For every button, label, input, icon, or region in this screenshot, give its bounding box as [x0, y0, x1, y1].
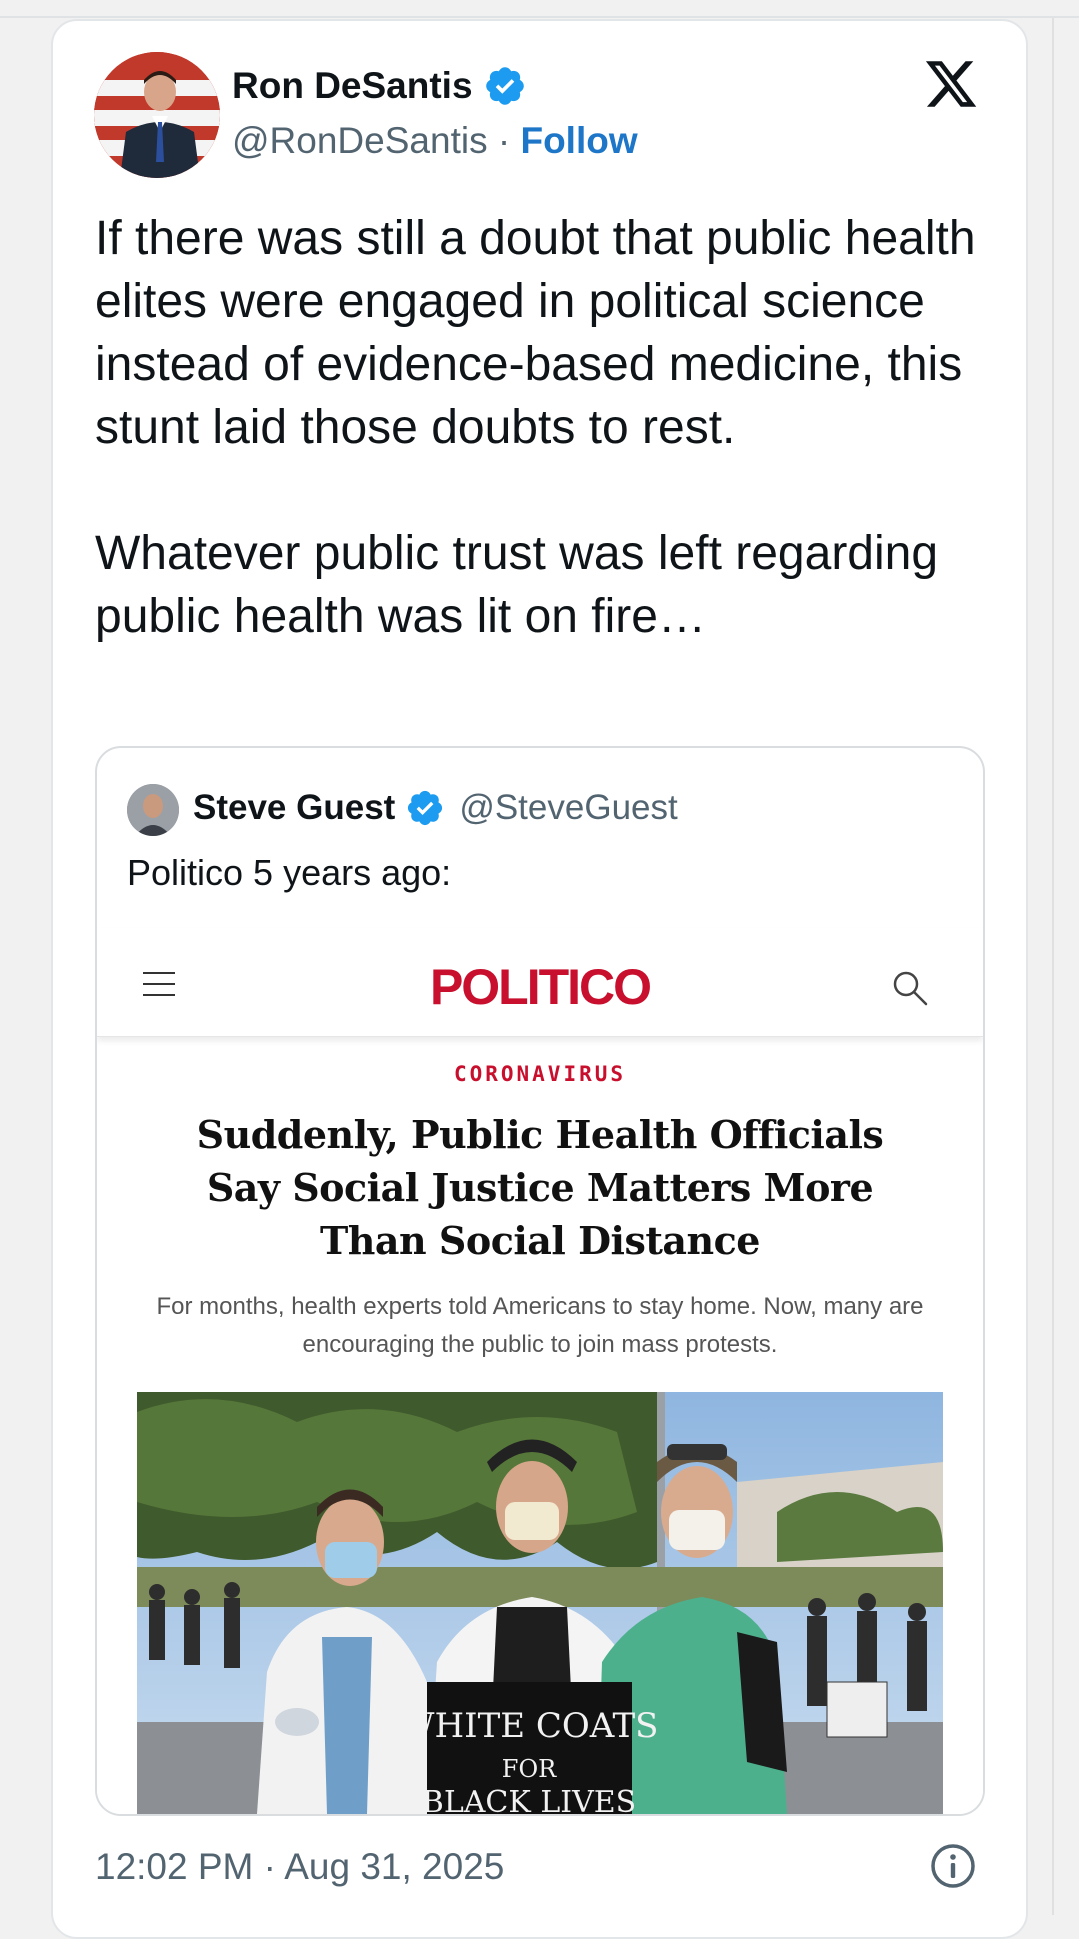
author-name-row[interactable]: Ron DeSantis: [232, 64, 527, 108]
author-avatar[interactable]: [94, 52, 220, 178]
author-name[interactable]: Ron DeSantis: [232, 65, 473, 107]
handle-separator: ·: [497, 120, 511, 161]
top-divider: [0, 16, 1079, 18]
tweet-text: If there was still a doubt that public h…: [95, 212, 976, 643]
article-photo: WHITE COATS FOR BLACK LIVES: [137, 1392, 943, 1814]
quoted-author-name[interactable]: Steve Guest: [193, 788, 395, 828]
politico-logo: POLITICO: [429, 959, 652, 1015]
svg-text:WHITE COATS: WHITE COATS: [400, 1706, 659, 1746]
author-handle[interactable]: @RonDeSantis: [232, 120, 488, 161]
verified-badge-icon: [408, 790, 443, 826]
quoted-media-screenshot[interactable]: POLITICO CORONAVIRUS Suddenly, Public He…: [97, 928, 983, 1814]
article-section: CORONAVIRUS: [453, 1062, 627, 1086]
right-scroll-rail: [1052, 18, 1054, 1915]
svg-text:FOR: FOR: [502, 1755, 557, 1783]
verified-badge-icon: [485, 67, 524, 105]
quoted-tweet-text: Politico 5 years ago:: [127, 852, 452, 893]
article-headline: Suddenly, Public Health Officials Say So…: [196, 1112, 884, 1263]
tweet-timestamp[interactable]: 12:02 PM · Aug 31, 2025: [95, 1846, 504, 1888]
x-logo-icon[interactable]: [922, 56, 980, 112]
quoted-author-row[interactable]: Steve Guest @SteveGuest: [193, 788, 678, 828]
politico-header: POLITICO: [97, 928, 983, 1037]
search-icon: [893, 971, 928, 1006]
author-handle-row: @RonDeSantis · Follow: [232, 120, 638, 162]
quoted-tweet[interactable]: Steve Guest @SteveGuest Politico 5 years…: [95, 746, 985, 1816]
quoted-author-avatar[interactable]: [127, 784, 179, 836]
quoted-author-handle[interactable]: @SteveGuest: [459, 788, 677, 828]
follow-button[interactable]: Follow: [520, 120, 637, 161]
info-icon[interactable]: [930, 1843, 976, 1889]
article-dek: For months, health experts told American…: [156, 1293, 924, 1358]
svg-text:BLACK LIVES: BLACK LIVES: [422, 1785, 636, 1814]
